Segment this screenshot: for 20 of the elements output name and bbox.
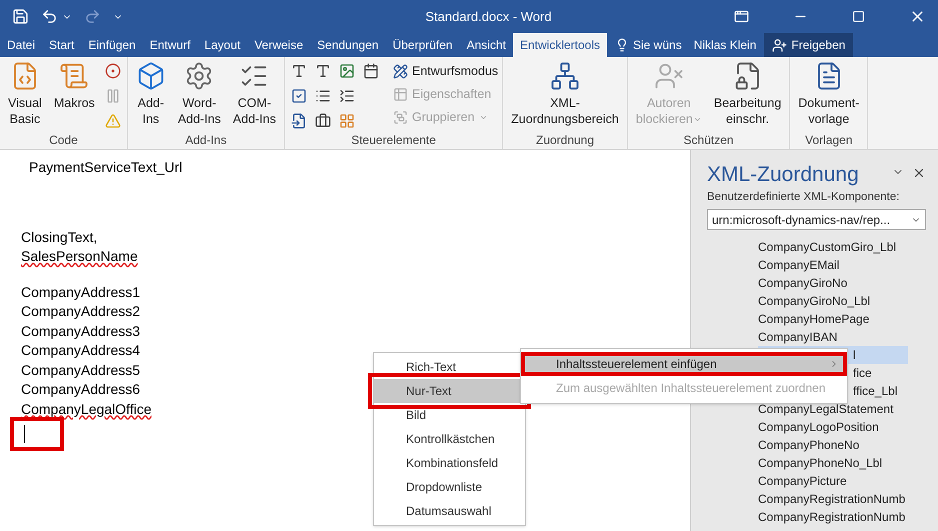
field-label: Benutzerdefinierte XML-Komponente: [707,190,900,205]
group-label: Vorlagen [804,133,854,149]
document-line: CompanyAddress5 [21,360,140,380]
group-label: Code [48,133,79,149]
group-label: Zuordnung [534,133,596,149]
document-line: SalesPersonName [21,247,138,266]
document-line: CompanyLegalOffice [21,400,152,419]
user-name: Niklas Klein [692,37,758,54]
group-label: Add-Ins [184,133,228,149]
document-line: CompanyAddress6 [21,380,140,399]
group-label: Steuerelemente [350,133,437,149]
document-line: CompanyAddress3 [21,322,140,341]
document-line: CompanyAddress4 [21,341,140,360]
document-line: PaymentServiceText_Url [29,158,182,177]
document-line: CompanyAddress1 [21,282,140,302]
window-title: Standard.docx - Word [424,8,553,26]
document-line: ClosingText, [21,228,98,247]
pane-title: XML-Zuordnung [707,162,860,188]
document-line: CompanyAddress2 [21,302,140,321]
group-label: Schützen [682,133,735,149]
